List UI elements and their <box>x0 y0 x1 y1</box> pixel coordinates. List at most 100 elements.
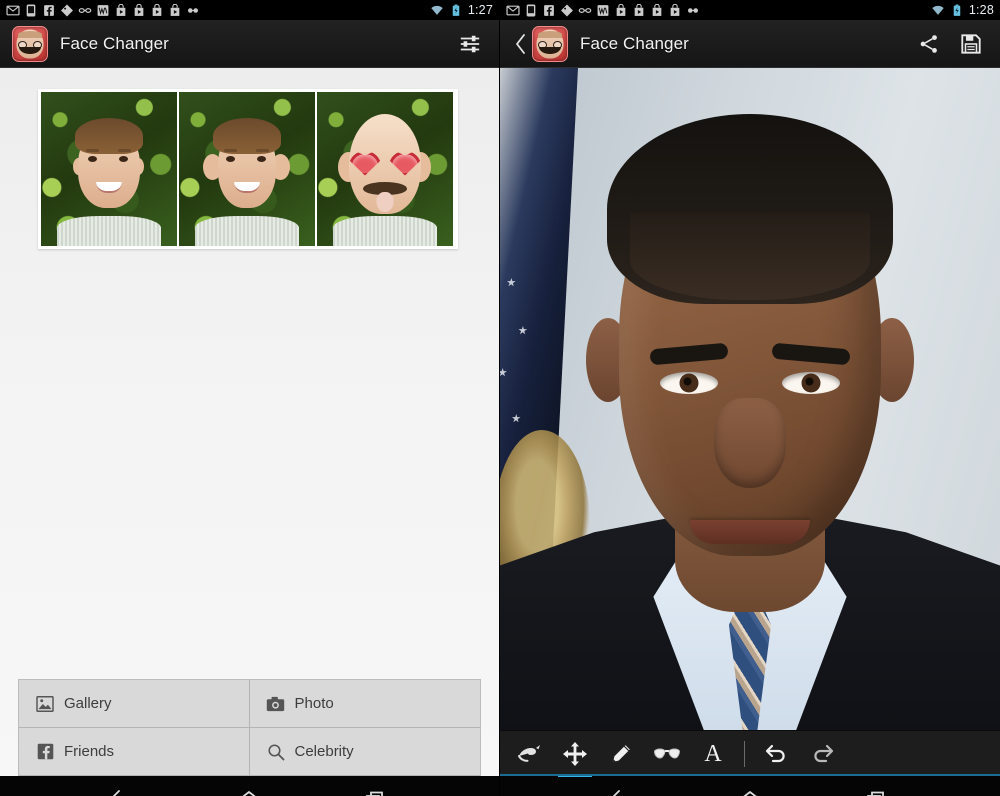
tag-icon <box>61 4 73 16</box>
app-icon <box>532 25 568 62</box>
sliders-icon <box>460 35 480 52</box>
text-a-icon: A <box>704 740 722 767</box>
photo-button[interactable]: Photo <box>249 680 480 728</box>
nav-back-icon <box>613 790 621 796</box>
nose <box>714 398 786 488</box>
gallery-button[interactable]: Gallery <box>19 680 250 728</box>
portrait-photo <box>500 68 1000 730</box>
battery-charging-icon <box>452 4 460 16</box>
draw-tool-button[interactable] <box>600 731 642 777</box>
eye-right <box>782 372 840 394</box>
hand-warp-icon <box>518 744 540 762</box>
gallery-label: Gallery <box>64 695 112 712</box>
thumbnail-original[interactable] <box>41 92 177 246</box>
share-button[interactable] <box>912 27 946 61</box>
eye-left <box>660 372 718 394</box>
nav-home-icon <box>743 791 757 796</box>
phone-icon <box>526 4 536 16</box>
nav-recents-icon <box>866 791 884 796</box>
goggles-icon <box>688 7 698 13</box>
move-tool-button[interactable] <box>554 731 596 777</box>
play-store-icon <box>152 3 162 16</box>
photo-canvas[interactable] <box>500 68 1000 730</box>
camera-icon <box>266 695 286 713</box>
wifi-icon <box>431 5 443 15</box>
redo-arrow-icon <box>813 744 833 762</box>
heart-glasses-icon <box>349 150 421 176</box>
source-buttons-panel: Gallery Photo Friends Celebrity <box>18 679 481 776</box>
gmail-icon <box>6 5 20 15</box>
app-icon <box>12 25 48 62</box>
nav-back-icon <box>112 790 121 796</box>
text-tool-button[interactable]: A <box>692 731 734 777</box>
left-status-time: 1:27 <box>467 3 493 17</box>
facebook-icon <box>44 4 54 16</box>
redo-button[interactable] <box>801 731 843 777</box>
left-screen: 1:27 Face Changer Gallery Photo Friends … <box>0 0 500 796</box>
nav-home-button[interactable] <box>727 782 773 796</box>
mouth <box>690 520 810 544</box>
editor-toolbar: A <box>500 730 1000 777</box>
right-status-bar: 1:28 <box>500 0 1000 20</box>
nav-recents-button[interactable] <box>353 782 399 796</box>
photo-label: Photo <box>294 695 334 712</box>
play-store-icon <box>670 3 680 16</box>
right-screen: 1:28 Face Changer A <box>500 0 1000 796</box>
save-button[interactable] <box>954 27 988 61</box>
settings-button[interactable] <box>453 27 487 61</box>
gallery-icon <box>35 695 55 713</box>
play-store-icon <box>116 3 126 16</box>
glasses-icon <box>578 7 592 13</box>
gmail-icon <box>506 5 520 15</box>
dual-screenshot: 1:27 Face Changer Gallery Photo Friends … <box>0 0 1000 796</box>
thumbnail-bald-glasses[interactable] <box>317 92 453 246</box>
left-action-bar: Face Changer <box>0 20 499 68</box>
left-status-notification-icons <box>6 3 430 17</box>
play-store-icon <box>134 3 144 16</box>
facebook-icon <box>35 743 55 761</box>
nav-back-button[interactable] <box>100 782 146 796</box>
glasses-icon <box>653 747 681 759</box>
play-store-icon <box>634 3 644 16</box>
play-store-icon <box>652 3 662 16</box>
right-status-system-icons: 1:28 <box>931 3 994 17</box>
wikipedia-icon <box>597 4 609 16</box>
celebrity-label: Celebrity <box>294 743 354 760</box>
left-status-system-icons: 1:27 <box>430 3 493 17</box>
warp-tool-button[interactable] <box>508 731 550 777</box>
glasses-tool-button[interactable] <box>646 731 688 777</box>
nav-recents-button[interactable] <box>854 782 900 796</box>
play-store-icon <box>170 3 180 16</box>
facebook-icon <box>544 4 554 16</box>
undo-arrow-icon <box>765 744 785 762</box>
left-navigation-bar <box>0 776 499 796</box>
right-action-bar: Face Changer <box>500 20 1000 68</box>
page-title: Face Changer <box>580 33 689 53</box>
right-status-time: 1:28 <box>968 3 994 17</box>
tag-icon <box>561 4 573 16</box>
search-icon <box>266 743 286 761</box>
friends-button[interactable]: Friends <box>19 728 250 776</box>
undo-button[interactable] <box>755 731 797 777</box>
friends-label: Friends <box>64 743 115 760</box>
glasses-icon <box>78 7 92 13</box>
move-arrows-icon <box>563 741 587 766</box>
phone-icon <box>26 4 36 16</box>
battery-charging-icon <box>953 4 961 16</box>
right-status-notification-icons <box>506 3 931 17</box>
nav-recents-icon <box>365 791 383 796</box>
page-title: Face Changer <box>60 33 169 53</box>
back-button[interactable] <box>512 29 530 59</box>
play-store-icon <box>616 3 626 16</box>
left-content-area: Gallery Photo Friends Celebrity <box>0 68 499 776</box>
pencil-icon <box>611 743 632 763</box>
chevron-left-icon <box>516 33 525 54</box>
goggles-icon <box>188 7 198 13</box>
thumbnail-big-ears[interactable] <box>179 92 315 246</box>
nav-home-button[interactable] <box>226 782 272 796</box>
celebrity-button[interactable]: Celebrity <box>249 728 480 776</box>
share-icon <box>920 34 937 53</box>
left-status-bar: 1:27 <box>0 0 499 20</box>
nav-home-icon <box>242 791 257 796</box>
nav-back-button[interactable] <box>600 782 646 796</box>
